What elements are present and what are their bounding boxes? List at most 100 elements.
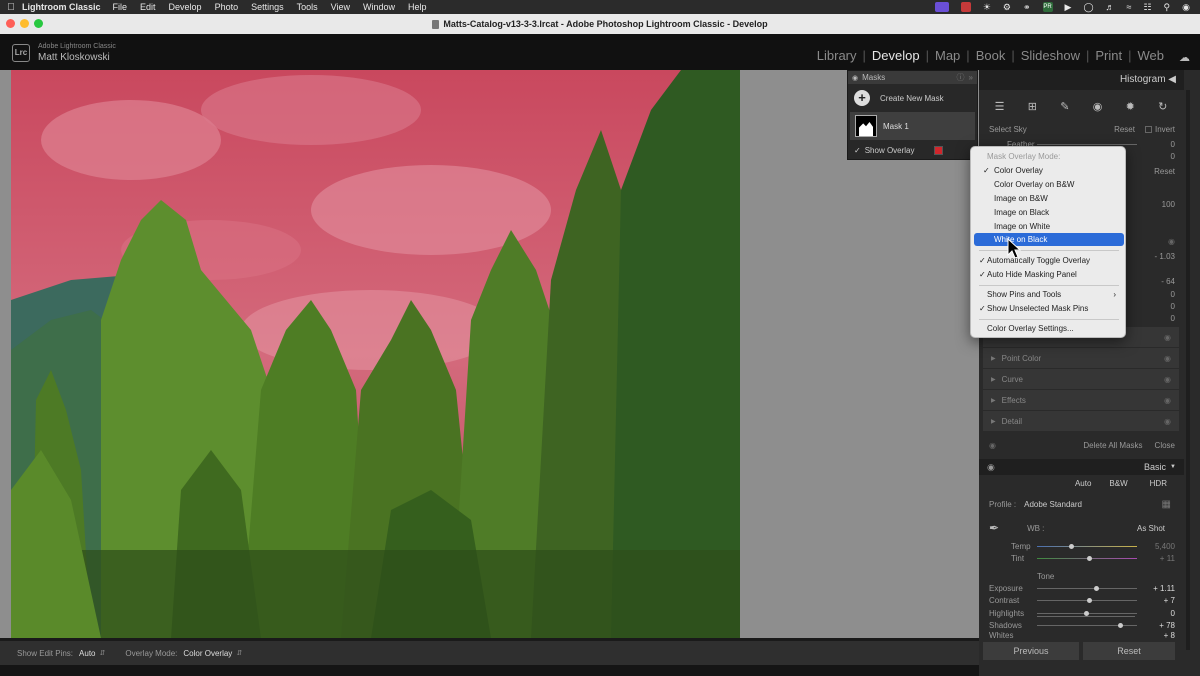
collapse-icon[interactable]: » [969, 73, 973, 82]
eye-icon[interactable]: ◉ [1164, 396, 1171, 405]
screen-record-icon[interactable] [934, 2, 949, 12]
edit-pins-select[interactable]: Auto [79, 649, 95, 658]
exposure-slider-knob[interactable] [1094, 586, 1099, 591]
profile-browser-icon[interactable]: ▦ [1162, 499, 1171, 510]
image-canvas[interactable] [0, 70, 979, 638]
feather-slider-track[interactable] [1037, 144, 1137, 145]
healing-icon[interactable]: ✎ [1060, 100, 1069, 113]
section-point-color[interactable]: ▶ Point Color ◉ [983, 348, 1179, 368]
eye-icon[interactable]: ◉ [989, 441, 996, 450]
menu-show-unselected-pins[interactable]: ✓ Show Unselected Mask Pins [974, 302, 1124, 315]
menu-settings[interactable]: Settings [251, 2, 284, 12]
eye-icon[interactable]: ◉ [1164, 417, 1171, 426]
shadows-slider-knob[interactable] [1118, 623, 1123, 628]
module-slideshow[interactable]: Slideshow [1015, 48, 1086, 63]
eyedropper-icon[interactable]: ✒ [989, 521, 999, 535]
menu-tools[interactable]: Tools [297, 2, 318, 12]
menu-help[interactable]: Help [408, 2, 427, 12]
module-library[interactable]: Library [811, 48, 863, 63]
overlay-color-swatch[interactable] [933, 145, 943, 155]
cloud-sync-icon[interactable]: ☁ [1179, 51, 1190, 64]
gear-icon[interactable]: ⚙ [1003, 2, 1011, 13]
app-red-icon[interactable] [960, 2, 971, 12]
show-overlay-checkbox[interactable]: ✓ [854, 146, 861, 155]
tint-slider-knob[interactable] [1087, 556, 1092, 561]
reset-button[interactable]: Reset [1083, 642, 1175, 660]
reset-tool-icon[interactable]: ↻ [1158, 100, 1167, 113]
eye-icon[interactable]: ◉ [1164, 333, 1171, 342]
reset-link[interactable]: Reset [1114, 125, 1135, 134]
wb-select[interactable]: As Shot [1137, 524, 1165, 533]
section-detail[interactable]: ▶ Detail ◉ [983, 411, 1179, 431]
create-new-mask-button[interactable]: + Create New Mask [848, 84, 977, 112]
menu-photo[interactable]: Photo [215, 2, 239, 12]
help-icon[interactable]: ⓘ [957, 72, 965, 83]
hdr-button[interactable]: HDR [1150, 479, 1167, 488]
close-masks-button[interactable]: Close [1155, 441, 1175, 450]
overlay-mode-select[interactable]: Color Overlay [183, 649, 232, 658]
eye-icon[interactable]: ◉ [1168, 237, 1175, 246]
menu-image-on-white[interactable]: Image on White [974, 220, 1124, 233]
zoom-window-button[interactable] [34, 19, 43, 28]
eye-icon[interactable]: ◉ [852, 74, 858, 82]
section-curve[interactable]: ▶ Curve ◉ [983, 369, 1179, 389]
crop-icon[interactable]: ⊞ [1028, 100, 1037, 113]
play-icon[interactable]: ▶ [1065, 2, 1072, 13]
invert-checkbox[interactable] [1144, 125, 1152, 133]
minimize-window-button[interactable] [20, 19, 29, 28]
menu-auto-hide-panel[interactable]: ✓ Auto Hide Masking Panel [974, 268, 1124, 281]
control-center-icon[interactable]: ☷ [1143, 2, 1151, 13]
masks-header[interactable]: ◉ Masks ⓘ » [848, 71, 977, 84]
menu-color-overlay-settings[interactable]: Color Overlay Settings... [974, 322, 1124, 335]
menu-image-on-black[interactable]: Image on Black [974, 206, 1124, 219]
histogram-header[interactable]: Histogram ◀ [979, 70, 1184, 90]
menu-view[interactable]: View [331, 2, 350, 12]
wifi-icon[interactable]: ≈ [1127, 2, 1132, 12]
exposure-slider-track[interactable] [1037, 588, 1137, 589]
brightness-icon[interactable]: ☀ [983, 2, 991, 13]
profile-select[interactable]: Adobe Standard [1024, 500, 1082, 509]
section-effects[interactable]: ▶ Effects ◉ [983, 390, 1179, 410]
menu-edit[interactable]: Edit [140, 2, 156, 12]
menu-color-overlay-bw[interactable]: Color Overlay on B&W [974, 178, 1124, 191]
menu-window[interactable]: Window [363, 2, 395, 12]
menu-file[interactable]: File [113, 2, 128, 12]
temp-slider-track[interactable] [1037, 546, 1137, 547]
masking-icon[interactable]: ✹ [1126, 100, 1135, 113]
creative-cloud-icon[interactable]: ⚭ [1023, 2, 1031, 13]
search-icon[interactable]: ⚲ [1164, 2, 1171, 13]
contrast-slider-knob[interactable] [1087, 598, 1092, 603]
app-green-icon[interactable]: PR [1042, 2, 1053, 12]
menu-show-pins-tools[interactable]: Show Pins and Tools › [974, 288, 1124, 301]
right-panel-scrollbar[interactable] [1186, 90, 1190, 650]
exposure-slider[interactable] [1037, 616, 1135, 617]
temp-slider-knob[interactable] [1069, 544, 1074, 549]
menu-auto-toggle-overlay[interactable]: ✓ Automatically Toggle Overlay [974, 254, 1124, 267]
module-book[interactable]: Book [970, 48, 1012, 63]
menu-develop[interactable]: Develop [169, 2, 202, 12]
redeye-icon[interactable]: ◉ [1093, 100, 1103, 113]
auto-button[interactable]: Auto [1075, 479, 1091, 488]
module-print[interactable]: Print [1089, 48, 1128, 63]
audio-icon[interactable]: ♬ [1106, 2, 1115, 12]
mask-item[interactable]: Mask 1 [850, 112, 975, 140]
close-window-button[interactable] [6, 19, 15, 28]
sliders-icon[interactable]: ☰ [995, 100, 1005, 113]
eye-icon[interactable]: ◉ [987, 462, 995, 473]
siri-icon[interactable]: ◉ [1182, 2, 1190, 13]
menu-white-on-black[interactable]: White on Black [974, 233, 1124, 246]
menu-app[interactable]: Lightroom Classic [22, 2, 101, 12]
highlights-slider-knob[interactable] [1084, 611, 1089, 616]
delete-all-masks-button[interactable]: Delete All Masks [1083, 441, 1142, 450]
eye-icon[interactable]: ◉ [1164, 354, 1171, 363]
module-web[interactable]: Web [1132, 48, 1171, 63]
bw-button[interactable]: B&W [1109, 479, 1127, 488]
eye-icon[interactable]: ◉ [1164, 375, 1171, 384]
module-develop[interactable]: Develop [866, 48, 926, 63]
menu-image-on-bw[interactable]: Image on B&W [974, 192, 1124, 205]
previous-button[interactable]: Previous [983, 642, 1079, 660]
menu-color-overlay[interactable]: ✓ Color Overlay [974, 164, 1124, 177]
photo-preview[interactable] [11, 70, 740, 638]
module-map[interactable]: Map [929, 48, 966, 63]
apple-menu-icon[interactable]:  [0, 2, 22, 13]
